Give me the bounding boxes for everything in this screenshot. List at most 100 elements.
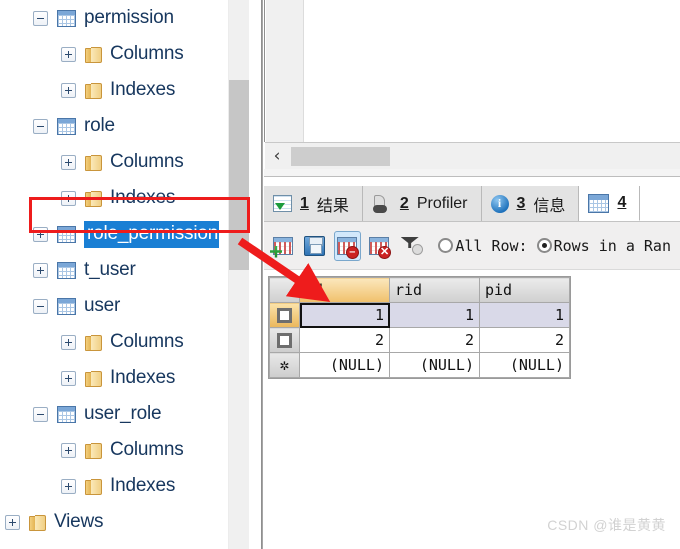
tree-item-views[interactable]: Views bbox=[0, 504, 228, 540]
table-row[interactable]: ✲ (NULL) (NULL) (NULL) bbox=[269, 352, 570, 378]
cell-id-row1[interactable]: 1 bbox=[299, 302, 390, 328]
expand-plus-icon[interactable] bbox=[61, 154, 76, 170]
tab-number: 4 bbox=[617, 194, 627, 211]
sql-editor[interactable] bbox=[264, 0, 680, 142]
tab-Profiler[interactable]: 2 Profiler bbox=[362, 186, 482, 221]
tree-item-columns[interactable]: Columns bbox=[0, 432, 228, 468]
tree-item-stored-procs[interactable]: Stored Procs bbox=[0, 540, 228, 549]
expand-plus-icon[interactable] bbox=[5, 514, 20, 530]
cell-rid-row2[interactable]: 2 bbox=[389, 327, 480, 353]
editor-text-area[interactable] bbox=[305, 0, 680, 142]
collapse-minus-icon[interactable] bbox=[33, 406, 48, 422]
application-window: permission Columns Indexes role Columns Index… bbox=[0, 0, 680, 549]
tree-item-indexes[interactable]: Indexes bbox=[0, 360, 228, 396]
radio-label[interactable]: Rows in a Ran bbox=[554, 237, 671, 255]
collapse-minus-icon[interactable] bbox=[33, 10, 48, 26]
tree-item-label: Columns bbox=[110, 439, 184, 460]
table-head: id rid pid bbox=[269, 277, 570, 303]
tree-item-columns[interactable]: Columns bbox=[0, 144, 228, 180]
table-icon bbox=[57, 225, 76, 243]
object-explorer-tree[interactable]: permission Columns Indexes role Columns Index… bbox=[0, 0, 228, 549]
tree-item-indexes[interactable]: Indexes bbox=[0, 72, 228, 108]
floppy-icon bbox=[304, 235, 326, 256]
scroll-left-arrow-icon[interactable]: ‹ bbox=[265, 143, 289, 170]
result-data-grid[interactable]: id rid pid 1 1 1 2 2 2 ✲ (NULL) (NULL) (NULL) bbox=[268, 276, 571, 379]
tree-item-user[interactable]: user bbox=[0, 288, 228, 324]
tree-item-indexes[interactable]: Indexes bbox=[0, 180, 228, 216]
cell-pid-row3[interactable]: (NULL) bbox=[479, 352, 570, 378]
tree-item-label: t_user bbox=[84, 259, 136, 280]
radio-selected[interactable] bbox=[536, 238, 552, 253]
row-checkbox-icon[interactable] bbox=[277, 308, 292, 323]
expand-plus-icon[interactable] bbox=[61, 82, 76, 98]
collapse-minus-icon[interactable] bbox=[33, 298, 48, 314]
cell-id-row2[interactable]: 2 bbox=[299, 327, 390, 353]
editor-horizontal-scrollbar[interactable]: ‹ bbox=[265, 142, 680, 169]
row-checkbox-icon[interactable] bbox=[277, 333, 292, 348]
tree-item-indexes[interactable]: Indexes bbox=[0, 468, 228, 504]
tab-4[interactable]: 4 bbox=[579, 186, 641, 221]
row-header[interactable]: ✲ bbox=[269, 352, 300, 378]
table-icon bbox=[57, 297, 76, 315]
tree-item-label: role bbox=[84, 115, 115, 136]
tree-item-label: Views bbox=[54, 511, 104, 532]
cell-pid-row2[interactable]: 2 bbox=[479, 327, 570, 353]
expand-plus-icon[interactable] bbox=[33, 262, 48, 278]
row-header[interactable] bbox=[269, 302, 300, 328]
folder-icon bbox=[29, 514, 46, 531]
expand-plus-icon[interactable] bbox=[33, 226, 48, 242]
column-header-id[interactable]: id bbox=[299, 277, 390, 303]
table-row[interactable]: 222 bbox=[269, 327, 570, 353]
expand-plus-icon[interactable] bbox=[61, 442, 76, 458]
tree-item-label: Indexes bbox=[110, 187, 176, 208]
tree-vertical-scrollbar[interactable] bbox=[228, 0, 250, 549]
expand-plus-icon[interactable] bbox=[61, 370, 76, 386]
folder-icon bbox=[85, 442, 102, 459]
cell-pid-row1[interactable]: 1 bbox=[479, 302, 570, 328]
table-body: 1 1 1 2 2 2 ✲ (NULL) (NULL) (NULL) bbox=[269, 302, 570, 378]
editor-scrollbar-thumb[interactable] bbox=[291, 146, 390, 166]
column-header-rid[interactable]: rid bbox=[389, 277, 480, 303]
cell-id-row3[interactable]: (NULL) bbox=[299, 352, 390, 378]
tree-item-permission[interactable]: permission bbox=[0, 0, 228, 36]
expand-plus-icon[interactable] bbox=[61, 478, 76, 494]
result-tab-strip[interactable]: 1 结果 2 Profiler i 3 信息 4 bbox=[264, 186, 680, 222]
tab-信息[interactable]: i 3 信息 bbox=[481, 186, 580, 221]
table-header-row: id rid pid bbox=[269, 277, 570, 303]
tree-item-role-permission[interactable]: role_permission bbox=[0, 216, 228, 252]
save-record-button[interactable] bbox=[301, 231, 328, 261]
add-record-button[interactable] bbox=[269, 231, 296, 261]
tree-scrollbar-thumb[interactable] bbox=[229, 80, 250, 270]
grid-toolbar[interactable]: – ✕ All Row: Rows in a Ran bbox=[264, 222, 680, 270]
column-header-pid[interactable]: pid bbox=[479, 277, 570, 303]
tree-item-user-role[interactable]: user_role bbox=[0, 396, 228, 432]
table-icon bbox=[57, 117, 76, 135]
tree-item-columns[interactable]: Columns bbox=[0, 324, 228, 360]
tree-item-t-user[interactable]: t_user bbox=[0, 252, 228, 288]
tree-item-label: Columns bbox=[110, 43, 184, 64]
cell-rid-row3[interactable]: (NULL) bbox=[389, 352, 480, 378]
row-header[interactable] bbox=[269, 327, 300, 353]
funnel-icon bbox=[401, 236, 423, 255]
expand-plus-icon[interactable] bbox=[61, 46, 76, 62]
row-range-radio-group[interactable]: All Row: Rows in a Ran bbox=[438, 237, 680, 255]
tab-结果[interactable]: 1 结果 bbox=[264, 186, 363, 221]
expand-plus-icon[interactable] bbox=[61, 334, 76, 350]
folder-icon bbox=[85, 334, 102, 351]
tree-item-role[interactable]: role bbox=[0, 108, 228, 144]
tree-item-columns[interactable]: Columns bbox=[0, 36, 228, 72]
grid-corner-cell[interactable] bbox=[269, 277, 300, 303]
delete-record-button[interactable]: – bbox=[333, 230, 361, 261]
delete-all-records-button[interactable]: ✕ bbox=[366, 231, 393, 261]
radio-label[interactable]: All Row: bbox=[455, 237, 527, 255]
tab-label: Profiler bbox=[416, 194, 468, 212]
collapse-minus-icon[interactable] bbox=[33, 118, 48, 134]
filter-button[interactable] bbox=[398, 231, 425, 261]
folder-icon bbox=[85, 370, 102, 387]
cell-rid-row1[interactable]: 1 bbox=[389, 302, 480, 328]
pane-splitter[interactable] bbox=[249, 0, 263, 549]
radio-unselected[interactable] bbox=[438, 238, 454, 253]
expand-plus-icon[interactable] bbox=[61, 190, 76, 206]
folder-icon bbox=[85, 190, 102, 207]
table-row[interactable]: 111 bbox=[269, 302, 570, 328]
